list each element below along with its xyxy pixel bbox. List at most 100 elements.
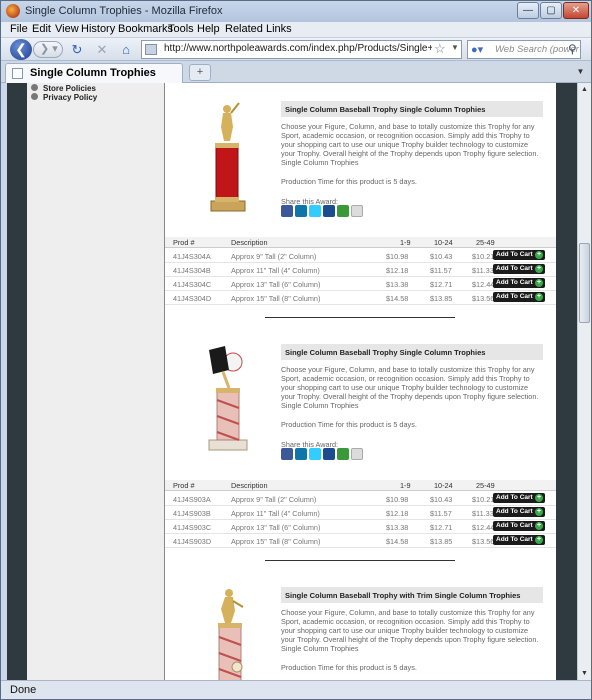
- menu-related-links[interactable]: Related Links: [225, 23, 292, 35]
- prod-desc: Approx 13" Tall (6" Column): [231, 280, 321, 289]
- product-description: Choose your Figure, Column, and base to …: [281, 608, 539, 653]
- prod-id: 41J4S304A: [173, 252, 211, 261]
- header-qty-10-24: 10-24: [434, 238, 453, 247]
- menu-help[interactable]: Help: [197, 23, 220, 35]
- tab-single-column-trophies[interactable]: Single Column Trophies: [5, 63, 183, 83]
- search-icon[interactable]: ⚲: [568, 42, 577, 56]
- linkedin-icon[interactable]: [295, 205, 307, 217]
- menu-history[interactable]: History: [81, 23, 115, 35]
- menu-edit[interactable]: Edit: [32, 23, 51, 35]
- window-title: Single Column Trophies - Mozilla Firefox: [25, 5, 223, 17]
- product-title[interactable]: Single Column Baseball Trophy Single Col…: [281, 344, 543, 360]
- close-button[interactable]: ✕: [563, 2, 589, 19]
- maximize-button[interactable]: ▢: [540, 2, 562, 19]
- add-to-cart-button[interactable]: Add To Cart +: [493, 278, 545, 288]
- header-qty-1-9: 1-9: [400, 238, 411, 247]
- table-row: 41J4S903A Approx 9" Tall (2" Column) $10…: [165, 493, 557, 506]
- delicious-icon[interactable]: [323, 448, 335, 460]
- tab-bar: Single Column Trophies + ▼: [1, 61, 591, 83]
- price-25-49: $12.44: [472, 280, 495, 289]
- forward-button[interactable]: ❯ ▾: [33, 41, 63, 58]
- facebook-icon[interactable]: [281, 205, 293, 217]
- trophy-image[interactable]: [199, 101, 259, 221]
- email-icon[interactable]: [351, 448, 363, 460]
- tab-list-icon[interactable]: ▼: [574, 64, 587, 80]
- price-10-24: $11.57: [430, 509, 452, 518]
- add-to-cart-button[interactable]: Add To Cart +: [493, 250, 545, 260]
- stumbleupon-icon[interactable]: [337, 205, 349, 217]
- plus-icon: +: [535, 494, 543, 502]
- price-25-49: $10.21: [472, 495, 495, 504]
- add-to-cart-button[interactable]: Add To Cart +: [493, 535, 545, 545]
- menu-tools[interactable]: Tools: [168, 23, 194, 35]
- price-table-header: Prod # Description 1-9 10-24 25-49: [165, 237, 557, 248]
- linkedin-icon[interactable]: [295, 448, 307, 460]
- scroll-up-icon[interactable]: ▲: [578, 83, 591, 96]
- product-description: Choose your Figure, Column, and base to …: [281, 365, 539, 410]
- page-viewport: Store Policies Privacy Policy Single Col…: [7, 83, 577, 680]
- prod-desc: Approx 9" Tall (2" Column): [231, 252, 317, 261]
- add-to-cart-button[interactable]: Add To Cart +: [493, 264, 545, 274]
- url-dropdown-icon[interactable]: ▼: [451, 43, 459, 52]
- vertical-scrollbar[interactable]: ▲ ▼: [577, 83, 591, 680]
- menu-view[interactable]: View: [55, 23, 79, 35]
- menu-file[interactable]: File: [10, 23, 28, 35]
- delicious-icon[interactable]: [323, 205, 335, 217]
- minimize-button[interactable]: —: [517, 2, 539, 19]
- production-time: Production Time for this product is 5 da…: [281, 177, 417, 186]
- search-box[interactable]: ●▾ Web Search (power ⚲: [467, 40, 581, 59]
- prod-desc: Approx 11" Tall (4" Column): [231, 266, 320, 275]
- scroll-thumb[interactable]: [579, 243, 590, 323]
- url-bar[interactable]: http://www.northpoleawards.com/index.php…: [141, 40, 462, 59]
- table-row: 41J4S903B Approx 11" Tall (4" Column) $1…: [165, 507, 557, 520]
- add-to-cart-button[interactable]: Add To Cart +: [493, 292, 545, 302]
- plus-icon: +: [535, 279, 543, 287]
- twitter-icon[interactable]: [309, 448, 321, 460]
- price-1-9: $12.18: [386, 509, 409, 518]
- product-title[interactable]: Single Column Baseball Trophy Single Col…: [281, 101, 543, 117]
- store-policies-link[interactable]: Store Policies: [31, 84, 96, 93]
- search-engine-icon[interactable]: ●▾: [471, 43, 483, 56]
- facebook-icon[interactable]: [281, 448, 293, 460]
- url-text[interactable]: http://www.northpoleawards.com/index.php…: [164, 43, 432, 54]
- product-description: Choose your Figure, Column, and base to …: [281, 122, 539, 167]
- price-10-24: $10.43: [430, 495, 453, 504]
- price-10-24: $10.43: [430, 252, 453, 261]
- home-icon[interactable]: ⌂: [117, 41, 135, 58]
- left-sidebar: Store Policies Privacy Policy: [27, 83, 164, 680]
- scroll-down-icon[interactable]: ▼: [578, 667, 591, 680]
- tab-favicon-icon: [12, 68, 23, 79]
- price-table-header: Prod # Description 1-9 10-24 25-49: [165, 480, 557, 491]
- search-placeholder: Web Search (power: [495, 44, 579, 55]
- trophy-image[interactable]: [199, 344, 259, 464]
- prod-desc: Approx 9" Tall (2" Column): [231, 495, 317, 504]
- trophy-image[interactable]: [199, 587, 259, 680]
- back-button[interactable]: ❮: [10, 39, 32, 60]
- price-25-49: $11.33: [472, 509, 494, 518]
- stop-icon[interactable]: ✕: [93, 41, 111, 58]
- header-prod: Prod #: [173, 238, 195, 247]
- add-to-cart-button[interactable]: Add To Cart +: [493, 493, 545, 503]
- price-25-49: $12.44: [472, 523, 495, 532]
- production-time: Production Time for this product is 5 da…: [281, 663, 417, 672]
- price-10-24: $12.71: [430, 523, 453, 532]
- price-10-24: $13.85: [430, 537, 453, 546]
- privacy-policy-link[interactable]: Privacy Policy: [31, 93, 97, 102]
- twitter-icon[interactable]: [309, 205, 321, 217]
- product-title[interactable]: Single Column Baseball Trophy with Trim …: [281, 587, 543, 603]
- site-favicon-icon: [145, 44, 157, 55]
- firefox-icon: [6, 4, 20, 18]
- stumbleupon-icon[interactable]: [337, 448, 349, 460]
- prod-id: 41J4S304B: [173, 266, 211, 275]
- bookmark-star-icon[interactable]: ☆: [434, 41, 446, 57]
- prod-id: 41J4S903B: [173, 509, 211, 518]
- add-to-cart-button[interactable]: Add To Cart +: [493, 507, 545, 517]
- prod-desc: Approx 15" Tall (8" Column): [231, 294, 321, 303]
- production-time: Production Time for this product is 5 da…: [281, 420, 417, 429]
- reload-icon[interactable]: ↻: [68, 41, 86, 58]
- email-icon[interactable]: [351, 205, 363, 217]
- new-tab-button[interactable]: +: [189, 64, 211, 81]
- add-to-cart-button[interactable]: Add To Cart +: [493, 521, 545, 531]
- menu-bookmarks[interactable]: Bookmarks: [118, 23, 173, 35]
- bullet-icon: [31, 93, 38, 100]
